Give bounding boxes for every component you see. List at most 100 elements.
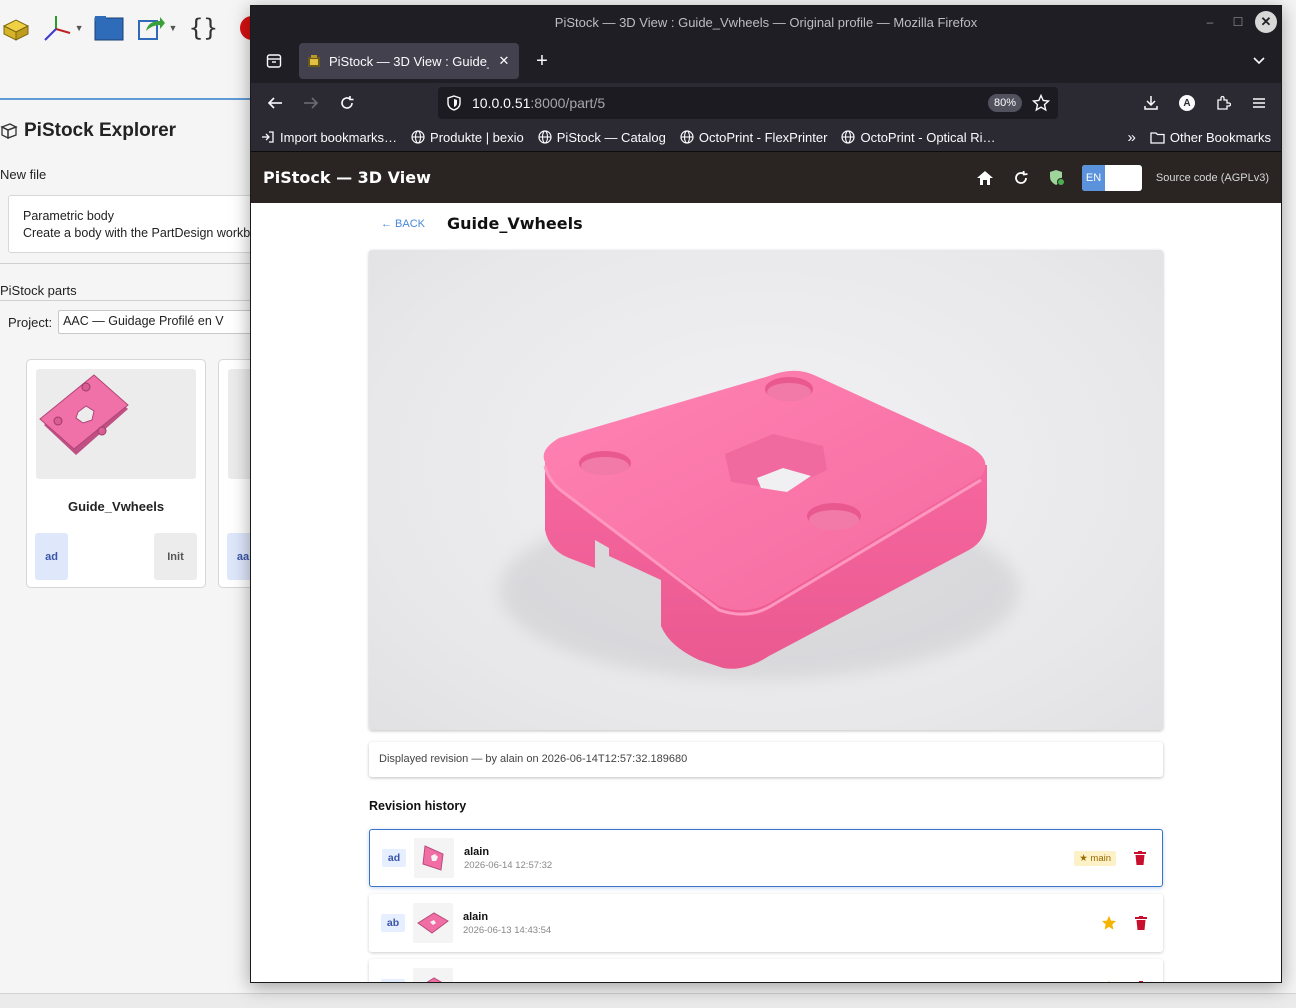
history-title: Revision history: [369, 799, 467, 813]
back-button[interactable]: [259, 87, 291, 119]
tab-active[interactable]: PiStock — 3D View : Guide_V ✕: [299, 43, 519, 79]
account-avatar: A: [1179, 95, 1195, 111]
revision-badge[interactable]: ad: [35, 533, 68, 580]
set-main-button[interactable]: [1101, 979, 1117, 982]
reload-button[interactable]: [331, 87, 363, 119]
revision-user: alain: [463, 910, 489, 923]
refresh-button[interactable]: [1010, 167, 1032, 189]
new-file-label: New file: [0, 167, 47, 182]
arrow-right-icon: [304, 97, 319, 109]
zoom-level[interactable]: 80%: [987, 94, 1022, 112]
delete-revision-button[interactable]: [1133, 914, 1149, 932]
bookmarks-toolbar: Import bookmarks… Produkte | bexio PiSto…: [251, 123, 1281, 152]
project-select[interactable]: AAC — Guidage Profilé en V: [58, 310, 254, 334]
page-content: ← BACK Guide_Vwheels Displayed revision …: [251, 204, 1281, 983]
bookmark-label: Produkte | bexio: [430, 129, 524, 145]
url-text[interactable]: 10.0.0.51:8000/part/5: [472, 95, 978, 111]
revision-actions: ★ main: [1074, 830, 1148, 886]
bookmark-star-icon[interactable]: [1032, 94, 1050, 112]
revision-row[interactable]: alain: [369, 959, 1163, 983]
revision-actions: [1101, 959, 1149, 982]
panel-title: PiStock Explorer: [0, 120, 176, 142]
account-button[interactable]: A: [1171, 87, 1203, 119]
divider: [0, 263, 260, 264]
export-icon[interactable]: [135, 12, 166, 44]
back-link[interactable]: ← BACK: [381, 218, 425, 230]
chevron-down-icon[interactable]: ▼: [74, 23, 84, 33]
url-path: :8000/part/5: [530, 95, 606, 111]
folder-icon[interactable]: [94, 12, 125, 44]
revision-row[interactable]: ab alain 2026-06-13 14:43:54: [369, 894, 1163, 952]
part-card[interactable]: Guide_Vwheels ad Init: [26, 359, 206, 588]
reload-icon: [341, 96, 354, 109]
bookmark-item[interactable]: Import bookmarks…: [261, 130, 397, 145]
trash-icon: [1139, 981, 1143, 982]
revision-thumbnail: [413, 903, 453, 943]
firefox-window: PiStock — 3D View : Guide_Vwheels — Orig…: [250, 5, 1282, 983]
language-en[interactable]: EN: [1081, 164, 1106, 191]
revision-text: alain 2026-06-14 12:57:32: [464, 846, 552, 871]
shield-check-icon: [1049, 169, 1065, 186]
chevron-down-icon[interactable]: [1247, 49, 1271, 73]
globe-icon: [680, 130, 694, 144]
toolbar-right: A: [1135, 87, 1275, 119]
3d-viewer[interactable]: [369, 250, 1163, 730]
favicon-icon: [308, 55, 320, 67]
window-titlebar: PiStock — 3D View : Guide_Vwheels — Orig…: [251, 6, 1281, 39]
extensions-button[interactable]: [1207, 87, 1239, 119]
home-button[interactable]: [974, 167, 996, 189]
bookmark-item[interactable]: OctoPrint - FlexPrinter: [680, 130, 827, 145]
bookmark-label: PiStock — Catalog: [556, 129, 666, 145]
new-tab-button[interactable]: +: [525, 44, 559, 78]
part-3d-model[interactable]: [369, 250, 1163, 730]
revision-thumbnail: [414, 838, 454, 878]
panel-separator: [0, 98, 260, 100]
chevron-double-right-icon[interactable]: »: [1128, 129, 1136, 146]
star-icon: [1101, 915, 1117, 930]
axis-icon[interactable]: [41, 12, 72, 44]
delete-revision-button[interactable]: [1133, 979, 1149, 982]
bookmark-label: Import bookmarks…: [280, 129, 398, 145]
part-card-name: Guide_Vwheels: [67, 499, 165, 514]
trash-icon: [1135, 916, 1147, 930]
init-status[interactable]: Init: [154, 533, 197, 580]
status-shield-button[interactable]: [1046, 167, 1068, 189]
revision-badge: ab: [381, 914, 405, 932]
bookmark-item[interactable]: PiStock — Catalog: [538, 130, 666, 145]
navigation-bar: 10.0.0.51:8000/part/5 80% A: [251, 83, 1281, 123]
part-thumbnail: [36, 369, 196, 479]
revision-badge: ad: [382, 849, 406, 867]
project-label: Project:: [8, 314, 53, 330]
parametric-body-button[interactable]: Parametric body Create a body with the P…: [8, 195, 258, 253]
language-toggle[interactable]: EN: [1081, 164, 1142, 191]
close-window-button[interactable]: ✕: [1255, 11, 1277, 33]
maximize-button[interactable]: ☐: [1227, 11, 1249, 33]
bookmark-item[interactable]: OctoPrint - Optical Ri…: [841, 130, 996, 145]
downloads-button[interactable]: [1135, 87, 1167, 119]
bookmarks-right: » Other Bookmarks: [1128, 123, 1272, 152]
shield-icon[interactable]: [446, 95, 462, 111]
forward-button[interactable]: [295, 87, 327, 119]
revision-row[interactable]: ad alain 2026-06-14 12:57:32 ★ main: [369, 829, 1163, 887]
delete-revision-button[interactable]: [1132, 849, 1148, 867]
bookmark-item[interactable]: Produkte | bexio: [411, 130, 524, 145]
part-box-icon[interactable]: [0, 12, 31, 44]
globe-icon: [538, 130, 552, 144]
arrow-left-icon: [267, 97, 282, 109]
freecad-toolbar: ▼ ▼ {}: [0, 0, 260, 56]
tab-overview-icon[interactable]: [257, 44, 291, 78]
other-bookmarks[interactable]: Other Bookmarks: [1150, 130, 1271, 145]
set-main-button[interactable]: [1101, 914, 1117, 932]
menu-button[interactable]: [1243, 87, 1275, 119]
home-icon: [976, 170, 993, 185]
parts-label: PiStock parts: [0, 283, 77, 298]
folder-icon: [1150, 132, 1165, 144]
source-code-link[interactable]: Source code (AGPLv3): [1156, 172, 1269, 184]
revision-text: alain: [463, 982, 488, 983]
url-bar[interactable]: 10.0.0.51:8000/part/5 80%: [438, 87, 1058, 119]
minimize-button[interactable]: –: [1199, 11, 1221, 33]
macro-braces-icon[interactable]: {}: [188, 12, 219, 44]
chevron-down-icon[interactable]: ▼: [168, 23, 178, 33]
parametric-body-description: Create a body with the PartDesign workb: [23, 226, 251, 240]
close-tab-icon[interactable]: ✕: [497, 53, 511, 69]
